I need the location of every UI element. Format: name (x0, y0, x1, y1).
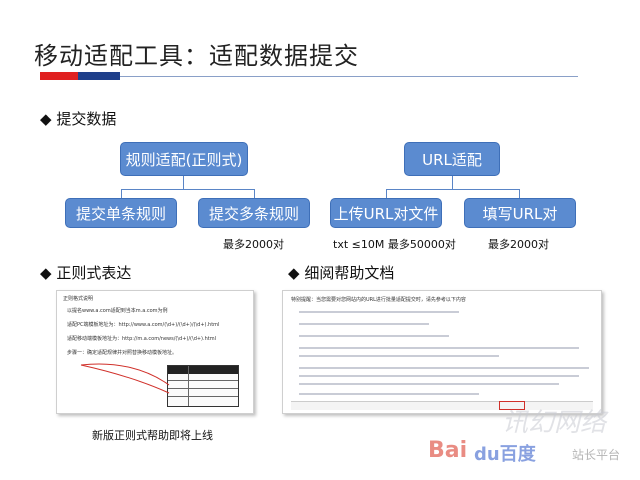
watermark-logo: 讯幻网络 Bai du百度 站长平台 (422, 400, 632, 470)
single-rule-box: 提交单条规则 (65, 198, 177, 228)
baidu-logo-text: Bai (428, 438, 468, 463)
red-arrows (80, 363, 170, 394)
diamond-bullet-icon: ◆ (288, 264, 300, 282)
help-doc-thumbnail: 特别提醒：当您需要对您网站内的URL进行批量适配提交时，请先参考以下内容 (282, 290, 602, 414)
multi-rule-box: 提交多条规则 (198, 198, 310, 228)
watermark-subtitle: 站长平台 (572, 448, 621, 462)
connector (183, 176, 184, 190)
section-label: 细阅帮助文档 (304, 264, 395, 282)
title-accent-blue (78, 72, 120, 80)
doc-line: 以提名www.a.com适配到当本m.a.com为例 (67, 308, 168, 314)
caption: 新版正则式帮助即将上线 (92, 429, 213, 442)
doc-heading: 特别提醒：当您需要对您网站内的URL进行批量适配提交时，请先参考以下内容 (291, 297, 466, 303)
diamond-bullet-icon: ◆ (40, 110, 52, 128)
doc-line: 适配PC端模板地址为：http://www.a.com/(\d+)/(\d+)/… (67, 322, 220, 328)
doc-line: 适配移动端模板地址为：http://m.a.com/news/(\d+)/(\d… (67, 336, 216, 342)
url-adapt-box: URL适配 (404, 142, 500, 176)
limit-note: 最多2000对 (223, 238, 284, 251)
section-help-doc: ◆ 细阅帮助文档 (288, 262, 394, 283)
mini-table (167, 365, 239, 407)
doc-line: 步骤一：确定适配规律并对照替换移动模板地址。 (67, 350, 178, 356)
section-label: 正则式表达 (56, 264, 132, 282)
regex-rule-box: 规则适配(正则式) (120, 142, 248, 176)
title-underline (120, 76, 578, 77)
regex-help-thumbnail: 正则格式说明 以提名www.a.com适配到当本m.a.com为例 适配PC端模… (56, 290, 254, 414)
limit-note: 最多2000对 (488, 238, 549, 251)
section-submit-data: ◆ 提交数据 (40, 108, 116, 129)
watermark-text: 讯幻网络 (502, 408, 607, 438)
diamond-bullet-icon: ◆ (40, 264, 52, 282)
baidu-logo-text: du百度 (474, 444, 536, 465)
section-regex: ◆ 正则式表达 (40, 262, 131, 283)
fill-url-box: 填写URL对 (464, 198, 576, 228)
connector (452, 176, 453, 190)
upload-url-file-box: 上传URL对文件 (330, 198, 442, 228)
file-limit-note: txt ≤10M 最多50000对 (333, 238, 456, 251)
doc-heading: 正则格式说明 (63, 296, 94, 302)
slide-title: 移动适配工具：适配数据提交 (34, 42, 359, 70)
title-accent-red (40, 72, 78, 80)
section-label: 提交数据 (56, 110, 117, 128)
